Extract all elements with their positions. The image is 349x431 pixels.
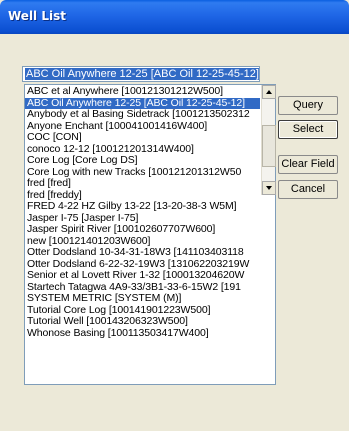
query-button[interactable]: Query — [278, 96, 338, 115]
list-item[interactable]: Jasper Spirit River [100102607707W600] — [25, 224, 260, 236]
title-bar[interactable]: Well List — [0, 0, 349, 34]
select-button[interactable]: Select — [278, 120, 338, 139]
arrow-down-icon — [266, 186, 272, 190]
list-item[interactable]: COC [CON] — [25, 132, 260, 144]
list-item[interactable]: fred [freddy] — [25, 190, 260, 202]
selected-well-text: ABC Oil Anywhere 12-25 [ABC Oil 12-25-45… — [25, 68, 259, 80]
list-item[interactable]: fred [fred] — [25, 178, 260, 190]
selected-well-field[interactable]: ABC Oil Anywhere 12-25 [ABC Oil 12-25-45… — [22, 66, 260, 82]
list-item[interactable]: Senior et al Lovett River 1-32 [10001320… — [25, 270, 260, 282]
arrow-up-icon — [266, 90, 272, 94]
clear-field-button[interactable]: Clear Field — [278, 155, 338, 174]
list-item[interactable]: FRED 4-22 HZ Gilby 13-22 [13-20-38-3 W5M… — [25, 201, 260, 213]
list-item[interactable]: Anybody et al Basing Sidetrack [10012135… — [25, 109, 260, 121]
list-item[interactable]: new [100121401203W600] — [25, 236, 260, 248]
list-item[interactable]: Core Log with new Tracks [100121201312W5… — [25, 167, 260, 179]
list-item[interactable]: Tutorial Core Log [100141901223W500] — [25, 305, 260, 317]
list-item[interactable]: Otter Dodsland 10-34-31-18W3 [1411034031… — [25, 247, 260, 259]
cancel-button[interactable]: Cancel — [278, 180, 338, 199]
list-item[interactable]: Tutorial Well [100143206323W500] — [25, 316, 260, 328]
scroll-up-button[interactable] — [262, 85, 276, 99]
list-item[interactable]: Core Log [Core Log DS] — [25, 155, 260, 167]
list-item[interactable]: Otter Dodsland 6-22-32-19W3 [13106220321… — [25, 259, 260, 271]
list-item[interactable]: SYSTEM METRIC [SYSTEM (M)] — [25, 293, 260, 305]
well-listbox[interactable]: ABC et al Anywhere [100121301212W500] ABC… — [24, 84, 276, 385]
scroll-thumb[interactable] — [262, 125, 276, 167]
list-scrollbar[interactable] — [261, 85, 276, 195]
list-item[interactable]: ABC Oil Anywhere 12-25 [ABC Oil 12-25-45… — [25, 97, 260, 109]
window-title: Well List — [8, 9, 66, 23]
list-item[interactable]: Jasper I-75 [Jasper I-75] — [25, 213, 260, 225]
well-list-items: ABC et al Anywhere [100121301212W500] ABC… — [25, 86, 260, 383]
list-item[interactable]: Startech Tatagwa 4A9-33/3B1-33-6-15W2 [1… — [25, 282, 260, 294]
list-item[interactable]: Whonose Basing [100113503417W400] — [25, 328, 260, 340]
list-item[interactable]: conoco 12-12 [100121201314W400] — [25, 144, 260, 156]
list-item[interactable]: Anyone Enchant [100041001416W400] — [25, 121, 260, 133]
well-list-window: Well List ABC Oil Anywhere 12-25 [ABC Oi… — [0, 0, 349, 431]
scroll-down-button[interactable] — [262, 181, 276, 195]
list-item[interactable]: ABC et al Anywhere [100121301212W500] — [25, 86, 260, 98]
